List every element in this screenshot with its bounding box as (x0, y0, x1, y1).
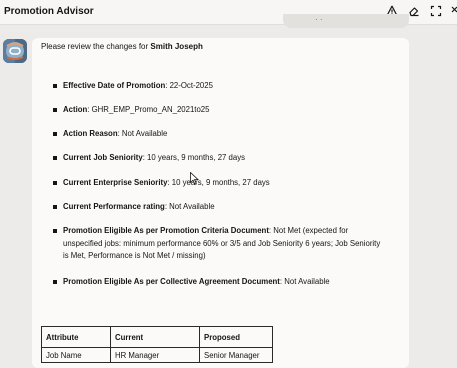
bullet (53, 280, 57, 284)
bullet (53, 84, 57, 88)
item-label: Promotion Eligible As per Promotion Crit… (63, 226, 269, 235)
assistant-avatar (3, 39, 27, 63)
item-value: : Not Available (279, 277, 330, 286)
close-icon[interactable] (450, 5, 457, 19)
bullet (53, 181, 57, 185)
list-item: Action Reason: Not Available (53, 128, 388, 141)
table-header-row: Attribute Current Proposed (41, 326, 273, 348)
eraser-icon[interactable] (408, 5, 422, 19)
list-item: Current Job Seniority: 10 years, 9 month… (53, 152, 388, 165)
list-item: Promotion Eligible As per Promotion Crit… (53, 225, 388, 263)
table-cell: HR Manager (110, 347, 200, 363)
bullet (53, 205, 57, 209)
list-item: Current Enterprise Seniority: 10 years, … (53, 177, 388, 190)
table-cell: Job Name (41, 347, 111, 363)
item-value: : GHR_EMP_Promo_AN_2021to25 (87, 105, 210, 114)
item-label: Action (63, 105, 88, 114)
column-header: Proposed (199, 326, 273, 348)
item-value: : Not Available (117, 129, 168, 138)
table-row: Job Name HR Manager Senior Manager (41, 347, 273, 363)
item-value: : 10 years, 9 months, 27 days (167, 178, 270, 187)
list-item: Effective Date of Promotion: 22-Oct-2025 (53, 80, 388, 93)
item-label: Promotion Eligible As per Collective Agr… (63, 277, 280, 286)
expand-icon[interactable] (430, 5, 444, 19)
bullet (53, 132, 57, 136)
assistant-message: Please review the changes for Smith Jose… (32, 38, 409, 368)
item-label: Current Enterprise Seniority (63, 178, 168, 187)
list-item: Current Performance rating: Not Availabl… (53, 201, 388, 214)
user-message-bubble: · · (283, 14, 409, 28)
item-value: : 22-Oct-2025 (165, 81, 213, 90)
item-label: Action Reason (63, 129, 118, 138)
item-value: : 10 years, 9 months, 27 days (142, 153, 245, 162)
column-header: Attribute (41, 326, 111, 348)
message-intro: Please review the changes for Smith Jose… (41, 42, 203, 51)
mouse-cursor-icon (190, 171, 200, 190)
item-label: Effective Date of Promotion (63, 81, 166, 90)
item-value: : Not Available (164, 202, 215, 211)
column-header: Current (110, 326, 200, 348)
intro-text: Please review the changes for (41, 42, 151, 51)
bullet (53, 108, 57, 112)
panel-title: Promotion Advisor (4, 6, 94, 17)
item-label: Current Job Seniority (63, 153, 143, 162)
list-item: Action: GHR_EMP_Promo_AN_2021to25 (53, 104, 388, 117)
employee-name: Smith Joseph (150, 42, 203, 51)
table-cell: Senior Manager (199, 347, 273, 363)
item-label: Current Performance rating (63, 202, 165, 211)
changes-table: Attribute Current Proposed Job Name HR M… (41, 326, 273, 363)
truncated-message-indicator: · · (315, 15, 323, 24)
list-item: Promotion Eligible As per Collective Agr… (53, 276, 388, 289)
bullet (53, 229, 57, 233)
bullet (53, 156, 57, 160)
